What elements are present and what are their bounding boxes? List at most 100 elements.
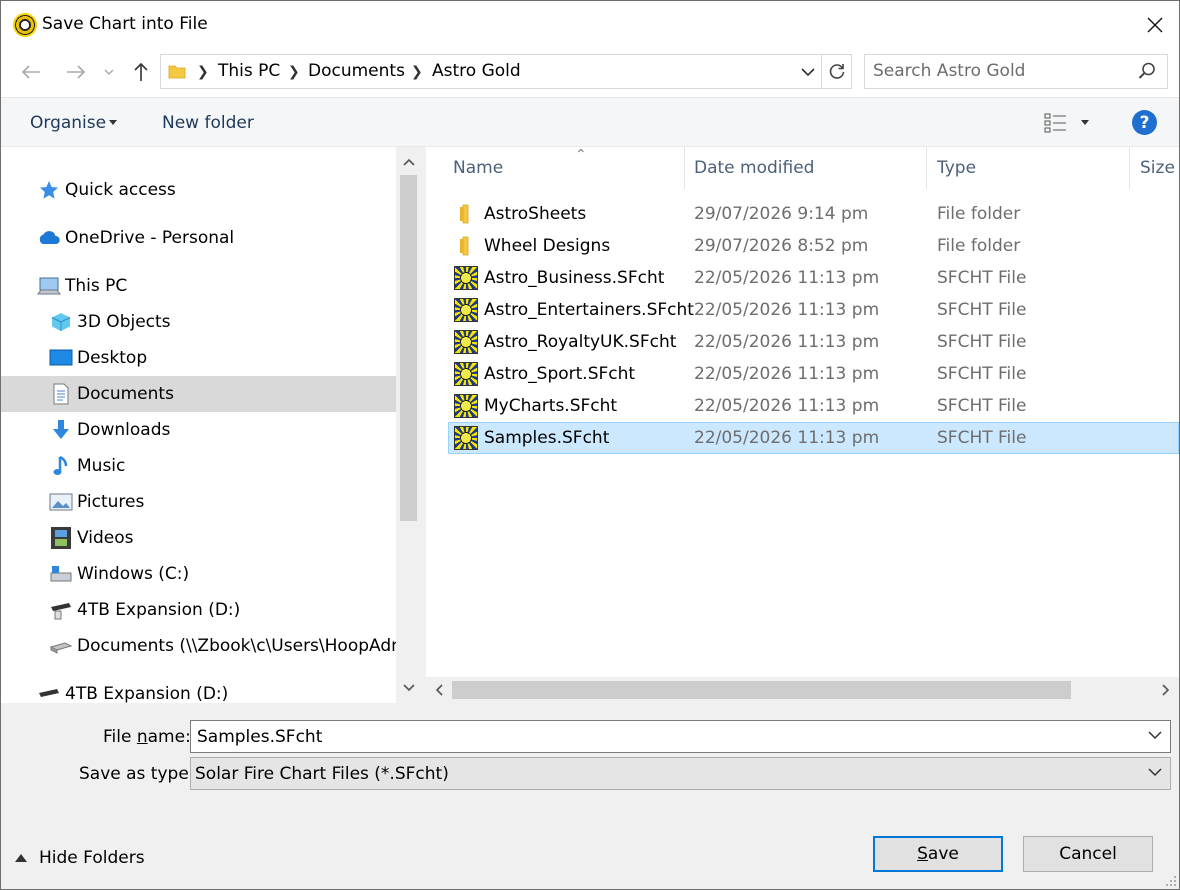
network-drive-icon [49,634,73,658]
nav-item-quick-access[interactable]: Quick access [37,172,396,208]
file-row-wheel-designs[interactable]: Wheel Designs 29/07/2026 8:52 pm File fo… [448,230,1179,262]
forward-button[interactable] [61,57,91,87]
new-folder-button[interactable]: New folder [162,113,254,133]
nav-item-4tb-expansion[interactable]: 4TB Expansion (D:) [49,592,396,628]
chevron-up-icon [402,158,415,166]
recent-locations-button[interactable] [97,57,121,87]
column-header-date-modified[interactable]: Date modified [684,147,927,189]
file-row-astrosheets[interactable]: AstroSheets 29/07/2026 9:14 pm File fold… [448,198,1179,230]
external-drive-icon [37,682,61,703]
up-arrow-icon [134,62,148,81]
nav-item-videos[interactable]: Videos [49,520,396,556]
breadcrumb-separator[interactable]: ❯ [197,64,209,80]
column-header-size[interactable]: Size [1130,147,1179,189]
caret-down-icon[interactable] [1081,120,1089,125]
forward-arrow-icon [67,65,86,79]
search-input[interactable] [873,60,1123,82]
file-type: File folder [937,204,1021,224]
column-header-name[interactable]: Name ⌃ [443,147,685,189]
scroll-left-button[interactable] [426,677,451,703]
sfcht-file-icon [454,394,478,418]
nav-item-network-documents[interactable]: Documents (\\Zbook\c\Users\HoopAdm [49,628,396,664]
address-dropdown-button[interactable] [797,61,819,83]
nav-item-4tb-expansion-root[interactable]: 4TB Expansion (D:) [37,676,396,703]
nav-item-this-pc[interactable]: This PC [37,268,396,304]
organise-menu[interactable]: Organise [30,113,106,133]
nav-item-label: 3D Objects [77,312,171,332]
scroll-down-button[interactable] [396,675,421,701]
nav-item-documents[interactable]: Documents [1,376,396,412]
breadcrumb-separator[interactable]: ❯ [288,64,300,80]
nav-item-label: Documents (\\Zbook\c\Users\HoopAdm [77,636,396,656]
file-type: File folder [937,236,1021,256]
hide-folders-button[interactable]: Hide Folders [15,847,145,869]
chevron-down-icon[interactable] [1148,730,1162,740]
back-arrow-icon [21,65,40,79]
back-button[interactable] [16,57,46,87]
file-row-astro-entertainers[interactable]: Astro_Entertainers.SFcht 22/05/2026 11:1… [448,294,1179,326]
refresh-icon [829,63,845,79]
nav-item-pictures[interactable]: Pictures [49,484,396,520]
nav-item-music[interactable]: Music [49,448,396,484]
scroll-up-button[interactable] [396,149,421,175]
nav-item-label: Windows (C:) [77,564,190,584]
file-name: Wheel Designs [484,236,611,256]
command-bar: Organise New folder ? [1,97,1179,147]
file-name-combobox[interactable] [190,720,1171,753]
resize-grip-icon[interactable] [1165,875,1177,887]
address-row: ❯ This PC ❯ Documents ❯ Astro Gold [1,49,1179,97]
search-icon [1138,62,1155,79]
film-icon [49,526,73,550]
folder-icon [460,204,469,224]
chevron-down-icon [1148,768,1162,777]
file-type: SFCHT File [937,428,1027,448]
column-header-type[interactable]: Type [927,147,1130,189]
up-button[interactable] [126,57,156,87]
file-name-input[interactable] [197,726,1127,748]
close-button[interactable] [1133,5,1177,45]
scroll-thumb[interactable] [452,681,1071,699]
scroll-right-button[interactable] [1153,677,1178,703]
cancel-button[interactable]: Cancel [1023,836,1153,872]
cloud-icon [37,226,61,250]
help-button[interactable]: ? [1132,110,1157,135]
file-date: 29/07/2026 9:14 pm [694,204,869,224]
file-row-astro-sport[interactable]: Astro_Sport.SFcht 22/05/2026 11:13 pm SF… [448,358,1179,390]
file-type: SFCHT File [937,332,1027,352]
refresh-button[interactable] [821,55,852,88]
desktop-icon [49,346,73,370]
file-row-astro-royaltyuk[interactable]: Astro_RoyaltyUK.SFcht 22/05/2026 11:13 p… [448,326,1179,358]
nav-item-windows-c[interactable]: Windows (C:) [49,556,396,592]
chevron-down-icon [104,69,114,75]
breadcrumb-separator[interactable]: ❯ [411,64,423,80]
nav-item-label: Downloads [77,420,171,440]
nav-item-label: Desktop [77,348,148,368]
access-key: S [917,844,928,864]
file-row-samples[interactable]: Samples.SFcht 22/05/2026 11:13 pm SFCHT … [448,422,1179,454]
button-label: ave [927,844,959,864]
file-type: SFCHT File [937,268,1027,288]
breadcrumb-astro-gold[interactable]: Astro Gold [432,61,521,81]
file-name: Astro_RoyaltyUK.SFcht [484,332,677,352]
search-box[interactable] [864,54,1168,89]
nav-item-label: Pictures [77,492,145,512]
file-row-astro-business[interactable]: Astro_Business.SFcht 22/05/2026 11:13 pm… [448,262,1179,294]
file-date: 22/05/2026 11:13 pm [694,428,880,448]
nav-vertical-scrollbar[interactable] [396,147,421,703]
nav-item-3d-objects[interactable]: 3D Objects [49,304,396,340]
external-drive-icon [49,598,73,622]
breadcrumb-this-pc[interactable]: This PC [218,61,280,81]
address-bar[interactable]: ❯ This PC ❯ Documents ❯ Astro Gold [160,54,852,89]
save-button[interactable]: Save [873,836,1003,872]
file-row-mycharts[interactable]: MyCharts.SFcht 22/05/2026 11:13 pm SFCHT… [448,390,1179,422]
breadcrumb-documents[interactable]: Documents [308,61,405,81]
scroll-thumb[interactable] [400,175,417,521]
close-icon [1147,17,1163,33]
nav-item-downloads[interactable]: Downloads [49,412,396,448]
nav-item-desktop[interactable]: Desktop [49,340,396,376]
file-date: 29/07/2026 8:52 pm [694,236,869,256]
change-view-button[interactable] [1042,110,1102,136]
file-list-horizontal-scrollbar[interactable] [426,677,1179,703]
save-type-select[interactable]: Solar Fire Chart Files (*.SFcht) [190,757,1171,790]
nav-item-onedrive[interactable]: OneDrive - Personal [37,220,396,256]
